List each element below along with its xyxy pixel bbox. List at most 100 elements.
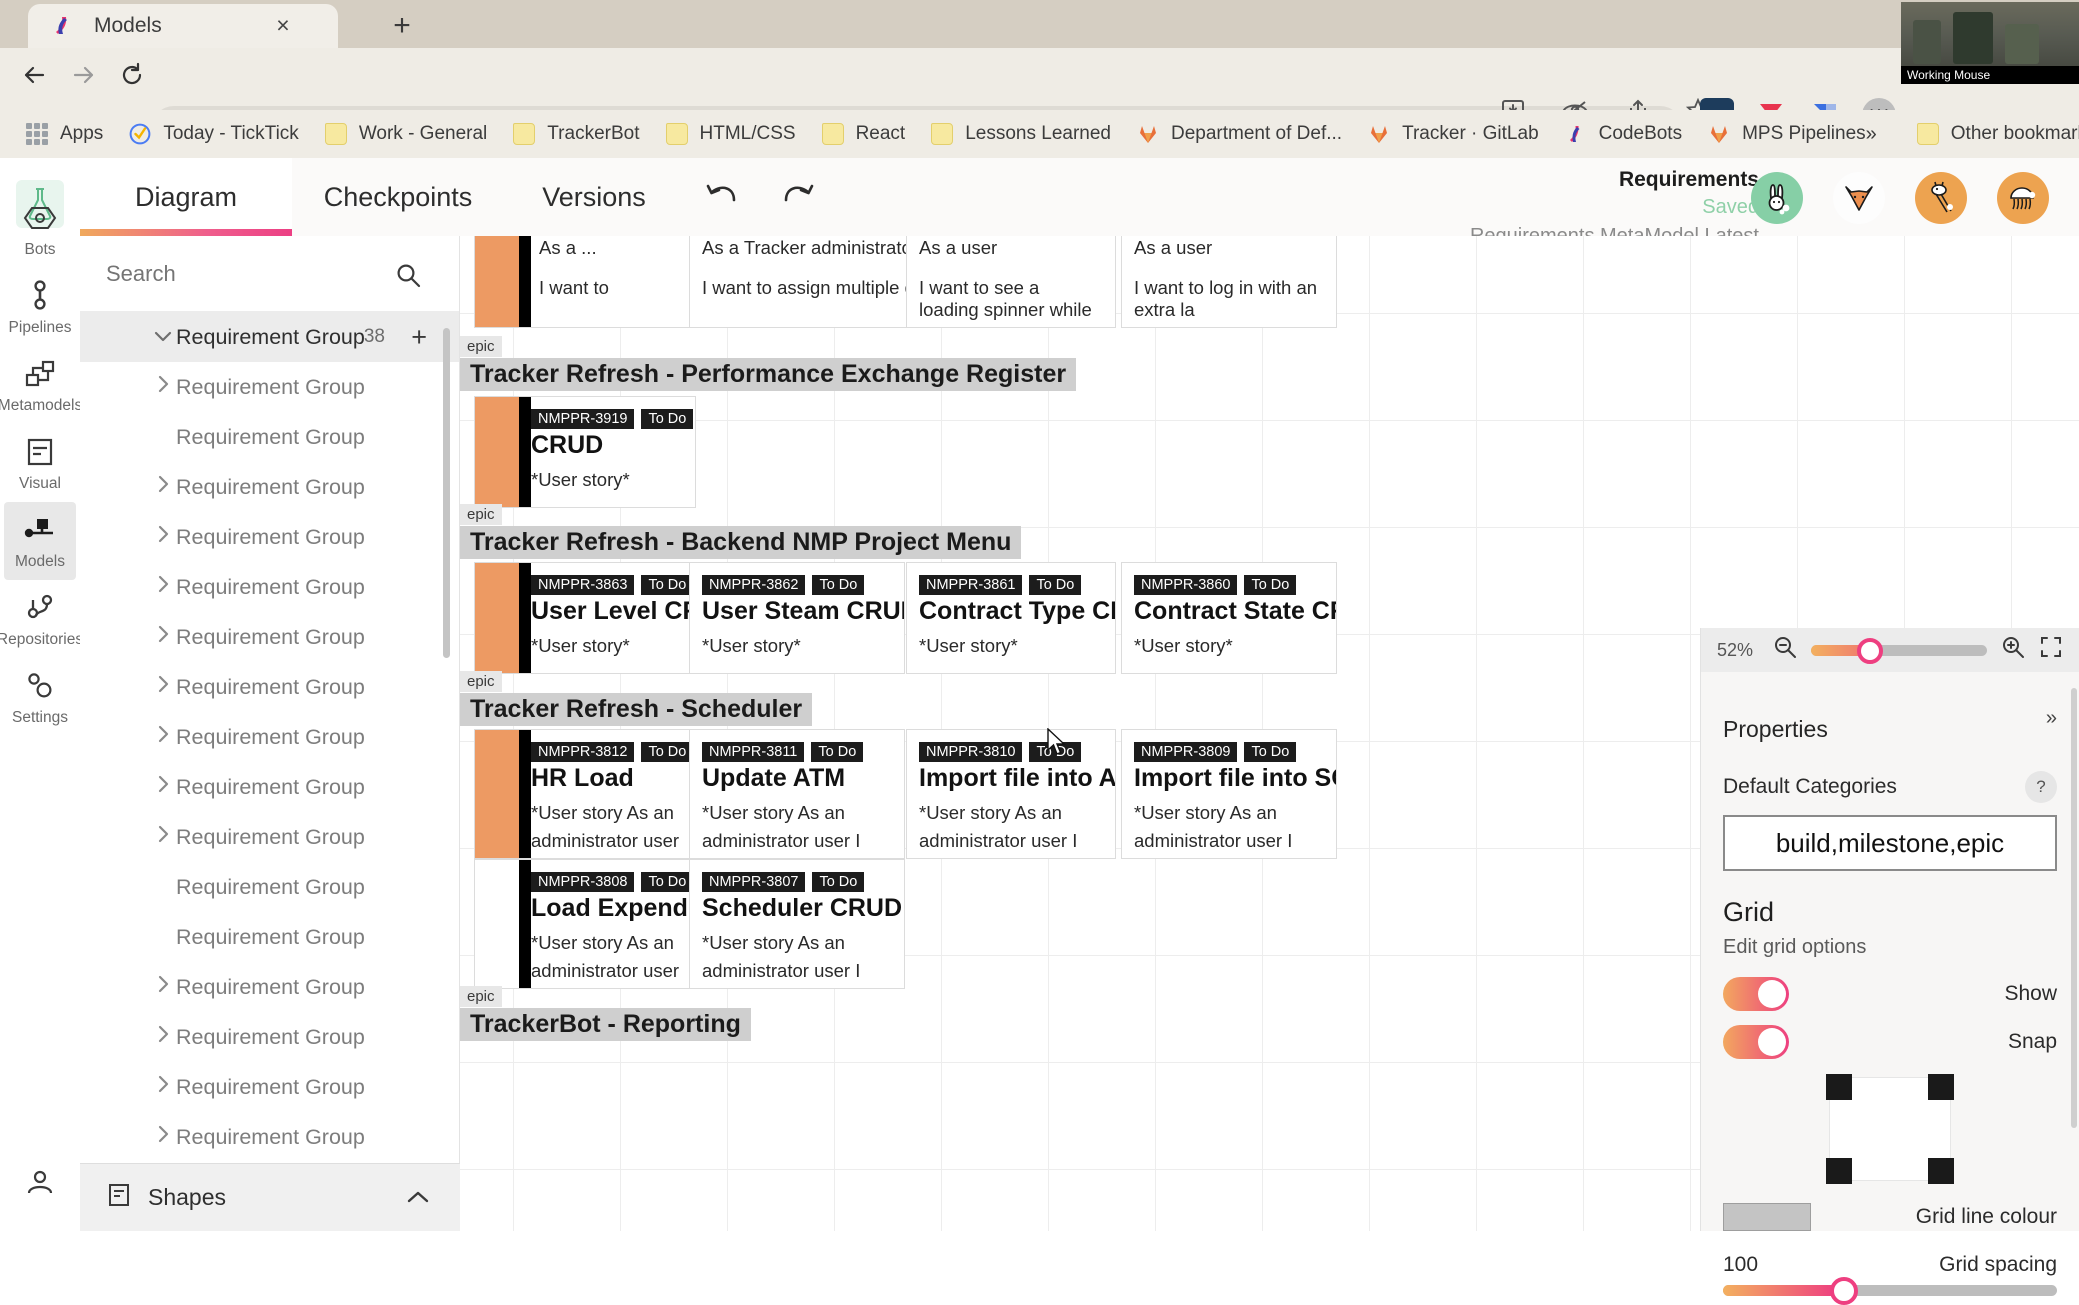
fullscreen-icon[interactable] (2039, 635, 2063, 665)
story-card[interactable]: NMPPR-3919 To Do CRUD *User story* As a … (474, 396, 696, 508)
tree-item-requirement-group[interactable]: Requirement Group (80, 462, 459, 512)
chevron-right-icon[interactable] (152, 474, 174, 500)
story-card[interactable]: As a ... I want to (474, 236, 696, 328)
story-card[interactable]: NMPPR-3810 To Do Import file into ATM St… (906, 729, 1116, 859)
story-card[interactable]: NMPPR-3808 To Do Load Expenditure *User … (474, 859, 696, 989)
zoom-in-icon[interactable] (2001, 635, 2025, 665)
chevron-right-icon[interactable] (152, 774, 174, 800)
redo-button[interactable] (776, 180, 820, 216)
tree-item-requirement-group[interactable]: Requirement Group (80, 562, 459, 612)
bookmark-lessons-learned[interactable]: Lessons Learned (931, 123, 1111, 145)
browser-tab[interactable]: Models × (28, 4, 338, 48)
sidebar-item-models[interactable]: Models (4, 502, 76, 580)
sidebar-item-settings[interactable]: Settings (4, 658, 76, 736)
tab-versions[interactable]: Versions (504, 158, 684, 236)
chevron-down-icon[interactable] (152, 326, 174, 349)
fox-avatar[interactable] (1833, 172, 1885, 224)
sidebar-item-visual[interactable]: Visual (4, 424, 76, 502)
tree-item-requirement-group[interactable]: Requirement Group (80, 362, 459, 412)
giraffe-avatar[interactable] (1915, 172, 1967, 224)
jellyfish-avatar[interactable] (1997, 172, 2049, 224)
new-tab-button[interactable]: + (385, 10, 419, 44)
story-card[interactable]: NMPPR-3863 To Do User Level CRUD *User s… (474, 562, 696, 674)
chevron-up-icon[interactable] (406, 1185, 430, 1211)
chevron-right-icon[interactable] (152, 1024, 174, 1050)
tree-item-requirement-group[interactable]: Requirement Group (80, 612, 459, 662)
back-button[interactable] (12, 58, 56, 102)
bookmark-work-general[interactable]: Work - General (325, 123, 487, 145)
zoom-slider-handle[interactable] (1857, 638, 1883, 664)
tree-item-requirement-group[interactable]: Requirement Group (80, 962, 459, 1012)
shapes-panel-toggle[interactable]: Shapes (80, 1163, 460, 1231)
other-bookmarks-button[interactable]: Other bookmarks (1917, 123, 2079, 145)
story-card[interactable]: NMPPR-3809 To Do Import file into SON St… (1121, 729, 1337, 859)
chevron-right-icon[interactable] (152, 824, 174, 850)
properties-scrollbar[interactable] (2071, 688, 2077, 1128)
tree-item-requirement-group[interactable]: Requirement Group38+ (80, 312, 459, 362)
account-button[interactable] (4, 1143, 76, 1221)
tree-item-requirement-group[interactable]: Requirement Group (80, 812, 459, 862)
forward-button[interactable] (62, 58, 106, 102)
bookmark-react[interactable]: React (822, 123, 906, 145)
story-card[interactable]: NMPPR-3807 To Do Scheduler CRUD *User st… (689, 859, 905, 989)
collapse-panel-button[interactable]: » (2046, 707, 2057, 730)
story-card[interactable]: NMPPR-3860 To Do Contract State CRUD *Us… (1121, 562, 1337, 674)
chevron-right-icon[interactable] (152, 524, 174, 550)
story-card[interactable]: NMPPR-3861 To Do Contract Type CRUD *Use… (906, 562, 1116, 674)
tree-scrollbar[interactable] (443, 328, 450, 658)
default-categories-field[interactable]: build,milestone,epic (1723, 815, 2057, 871)
bookmark-mps-pipelines[interactable]: MPS Pipelines (1708, 123, 1866, 145)
story-card[interactable]: As a user I want to see a loading spinne… (906, 236, 1116, 328)
tree-item-requirement-group[interactable]: Requirement Group (80, 712, 459, 762)
story-card[interactable]: As a user I want to log in with an extra… (1121, 236, 1337, 328)
grid-show-toggle[interactable] (1723, 977, 1789, 1011)
bookmark-apps[interactable]: Apps (26, 123, 103, 145)
story-card[interactable]: NMPPR-3811 To Do Update ATM *User story … (689, 729, 905, 859)
tree-item-requirement-group[interactable]: Requirement Group (80, 762, 459, 812)
bookmarks-overflow-button[interactable]: » (1866, 123, 1877, 146)
help-icon[interactable]: ? (2025, 771, 2057, 803)
tree-item-requirement-group[interactable]: Requirement Group (80, 1012, 459, 1062)
zoom-slider[interactable] (1811, 645, 1987, 656)
bookmark-ticktick[interactable]: Today - TickTick (129, 123, 299, 145)
search-icon[interactable] (395, 262, 421, 293)
reload-button[interactable] (110, 58, 154, 102)
sidebar-item-pipelines[interactable]: Pipelines (4, 268, 76, 346)
rabbit-avatar[interactable] (1751, 172, 1803, 224)
tree-item-requirement-group[interactable]: Requirement Group (80, 662, 459, 712)
tree-item-requirement-group[interactable]: Requirement Group (80, 862, 459, 912)
sidebar-item-repositories[interactable]: Repositories (4, 580, 76, 658)
chevron-right-icon[interactable] (152, 1074, 174, 1100)
bookmark-department-of-def[interactable]: Department of Def... (1137, 123, 1342, 145)
sidebar-item-metamodels[interactable]: Metamodels (4, 346, 76, 424)
bookmark-tracker-gitlab[interactable]: Tracker · GitLab (1368, 123, 1539, 145)
bookmark-trackerbot[interactable]: TrackerBot (513, 123, 639, 145)
grid-spacing-handle[interactable] (1830, 1277, 1858, 1305)
tree-item-requirement-group[interactable]: Requirement Group (80, 512, 459, 562)
bookmark-html-css[interactable]: HTML/CSS (666, 123, 796, 145)
chevron-right-icon[interactable] (152, 674, 174, 700)
chevron-right-icon[interactable] (152, 724, 174, 750)
story-card[interactable]: NMPPR-3862 To Do User Steam CRUD *User s… (689, 562, 905, 674)
undo-button[interactable] (700, 180, 744, 216)
chevron-right-icon[interactable] (152, 574, 174, 600)
chevron-right-icon[interactable] (152, 374, 174, 400)
grid-line-colour-swatch[interactable] (1723, 1203, 1811, 1231)
requirement-group-list[interactable]: Requirement Group38+Requirement GroupReq… (80, 312, 459, 1163)
tab-close-icon[interactable]: × (272, 15, 294, 37)
tree-item-requirement-group[interactable]: Requirement Group (80, 1062, 459, 1112)
chevron-right-icon[interactable] (152, 974, 174, 1000)
tree-item-requirement-group[interactable]: Requirement Group (80, 412, 459, 462)
story-card[interactable]: NMPPR-3812 To Do HR Load *User story As … (474, 729, 696, 859)
tab-checkpoints[interactable]: Checkpoints (292, 158, 504, 236)
grid-spacing-slider[interactable] (1723, 1285, 2057, 1296)
tree-item-requirement-group[interactable]: Requirement Group (80, 912, 459, 962)
zoom-out-icon[interactable] (1773, 635, 1797, 665)
grid-snap-toggle[interactable] (1723, 1025, 1789, 1059)
tab-diagram[interactable]: Diagram (80, 158, 292, 236)
chevron-right-icon[interactable] (152, 1124, 174, 1150)
chevron-right-icon[interactable] (152, 624, 174, 650)
bookmark-codebots[interactable]: CodeBots (1565, 123, 1682, 145)
sidebar-item-bots[interactable]: Bots (4, 190, 76, 268)
add-requirement-group-button[interactable]: + (411, 322, 427, 353)
